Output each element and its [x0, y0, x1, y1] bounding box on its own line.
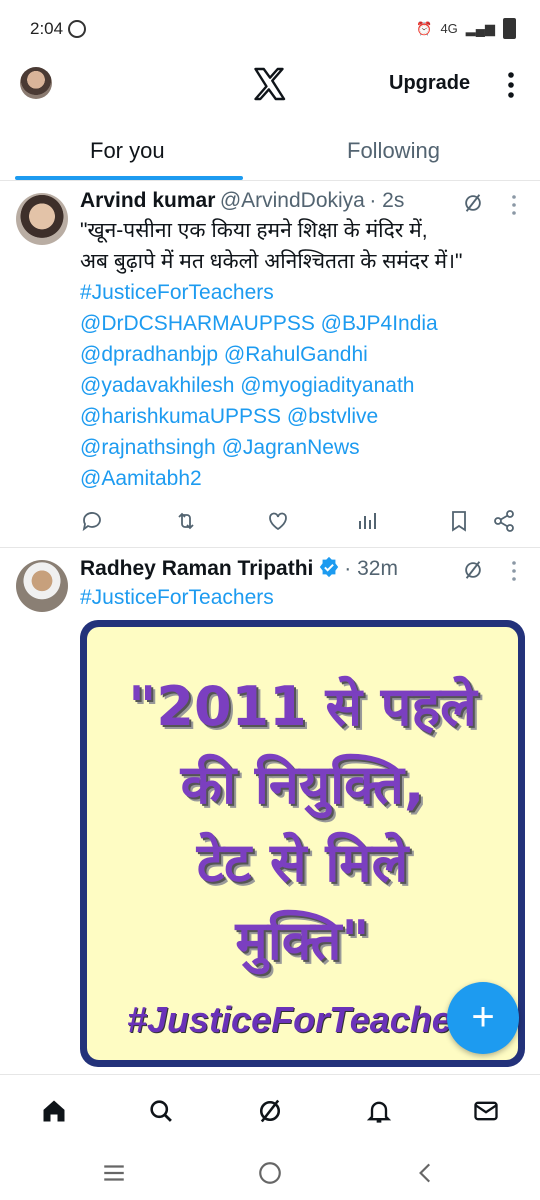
poster-line: टेट से मिले: [196, 831, 409, 894]
poster: "2011 से पहले की नियुक्ति, टेट से मिले म…: [87, 627, 518, 1060]
back-icon[interactable]: [413, 1160, 439, 1186]
mention-links[interactable]: @harishkumaUPPSS @bstvlive: [80, 401, 530, 432]
tweet-menu-icon[interactable]: [509, 193, 519, 217]
tweet-line: अब बुढ़ापे में मत धकेलो अनिश्चितता के सम…: [80, 250, 463, 273]
author-name[interactable]: Radhey Raman Tripathi: [80, 557, 313, 580]
tweet-header: Arvind kumar @ArvindDokiya · 2s: [80, 189, 404, 213]
views-icon[interactable]: [356, 509, 380, 533]
timeline-tabs: For you Following: [0, 124, 540, 181]
mention-links[interactable]: @rajnathsingh @JagranNews: [80, 432, 530, 463]
home-circle-icon[interactable]: [257, 1160, 283, 1186]
tweet-header: Radhey Raman Tripathi · 32m: [80, 556, 398, 581]
grok-icon[interactable]: [462, 192, 484, 214]
tweet-divider: [0, 547, 540, 548]
profile-avatar[interactable]: [20, 67, 52, 99]
tweet-time: · 32m: [344, 557, 398, 580]
messages-icon[interactable]: [472, 1097, 500, 1125]
alarm-icon: ⏰: [416, 20, 433, 36]
signal-icon: ▂▄▆: [465, 20, 495, 36]
battery-icon: [503, 18, 516, 39]
hashtag-link[interactable]: #JusticeForTeachers: [80, 277, 530, 308]
tweet-text: "खून-पसीना एक किया हमने शिक्षा के मंदिर …: [80, 215, 530, 494]
whatsapp-icon: [68, 20, 86, 38]
tweet-time: · 2s: [369, 189, 405, 212]
bottom-nav: [0, 1074, 540, 1145]
more-options-icon[interactable]: [500, 70, 522, 100]
tweet-menu-icon[interactable]: [509, 559, 519, 583]
status-icons: ⏰ 4G ▂▄▆: [416, 18, 516, 39]
compose-button[interactable]: +: [447, 982, 519, 1054]
reply-icon[interactable]: [80, 509, 104, 533]
home-icon[interactable]: [40, 1097, 68, 1125]
author-name[interactable]: Arvind kumar: [80, 189, 215, 212]
status-time: 2:04: [30, 19, 64, 38]
mention-links[interactable]: @DrDCSHARMAUPPSS @BJP4India: [80, 308, 530, 339]
recents-icon[interactable]: [101, 1160, 127, 1186]
network-label: 4G: [440, 21, 458, 36]
repost-icon[interactable]: [174, 509, 198, 533]
tweet-line: "खून-पसीना एक किया हमने शिक्षा के मंदिर …: [80, 219, 428, 242]
author-handle[interactable]: @ArvindDokiya: [220, 189, 365, 212]
grok-icon[interactable]: [256, 1097, 284, 1125]
mention-links[interactable]: @dpradhanbjp @RahulGandhi: [80, 339, 530, 370]
notifications-icon[interactable]: [365, 1097, 393, 1125]
tab-following[interactable]: Following: [347, 138, 440, 164]
share-icon[interactable]: [492, 509, 516, 533]
bookmark-icon[interactable]: [447, 509, 471, 533]
hashtag-link[interactable]: #JusticeForTeachers: [80, 582, 274, 613]
avatar[interactable]: [16, 193, 68, 245]
mention-links[interactable]: @Aamitabh2: [80, 463, 530, 494]
poster-line: मुक्ति": [235, 909, 370, 972]
system-nav: [0, 1144, 540, 1200]
like-icon[interactable]: [266, 509, 290, 533]
verified-badge-icon: [319, 556, 339, 578]
x-logo-icon[interactable]: [251, 66, 287, 102]
search-icon[interactable]: [147, 1097, 175, 1125]
upgrade-button[interactable]: Upgrade: [389, 72, 470, 95]
poster-line: की नियुक्ति,: [180, 753, 425, 816]
mention-links[interactable]: @yadavakhilesh @myogiadityanath: [80, 370, 530, 401]
avatar[interactable]: [16, 560, 68, 612]
grok-icon[interactable]: [462, 559, 484, 581]
active-tab-indicator: [15, 176, 243, 180]
status-bar: 2:04 ⏰ 4G ▂▄▆: [0, 0, 540, 58]
tab-for-you[interactable]: For you: [90, 138, 165, 164]
poster-line: "2011 से पहले: [128, 675, 477, 738]
